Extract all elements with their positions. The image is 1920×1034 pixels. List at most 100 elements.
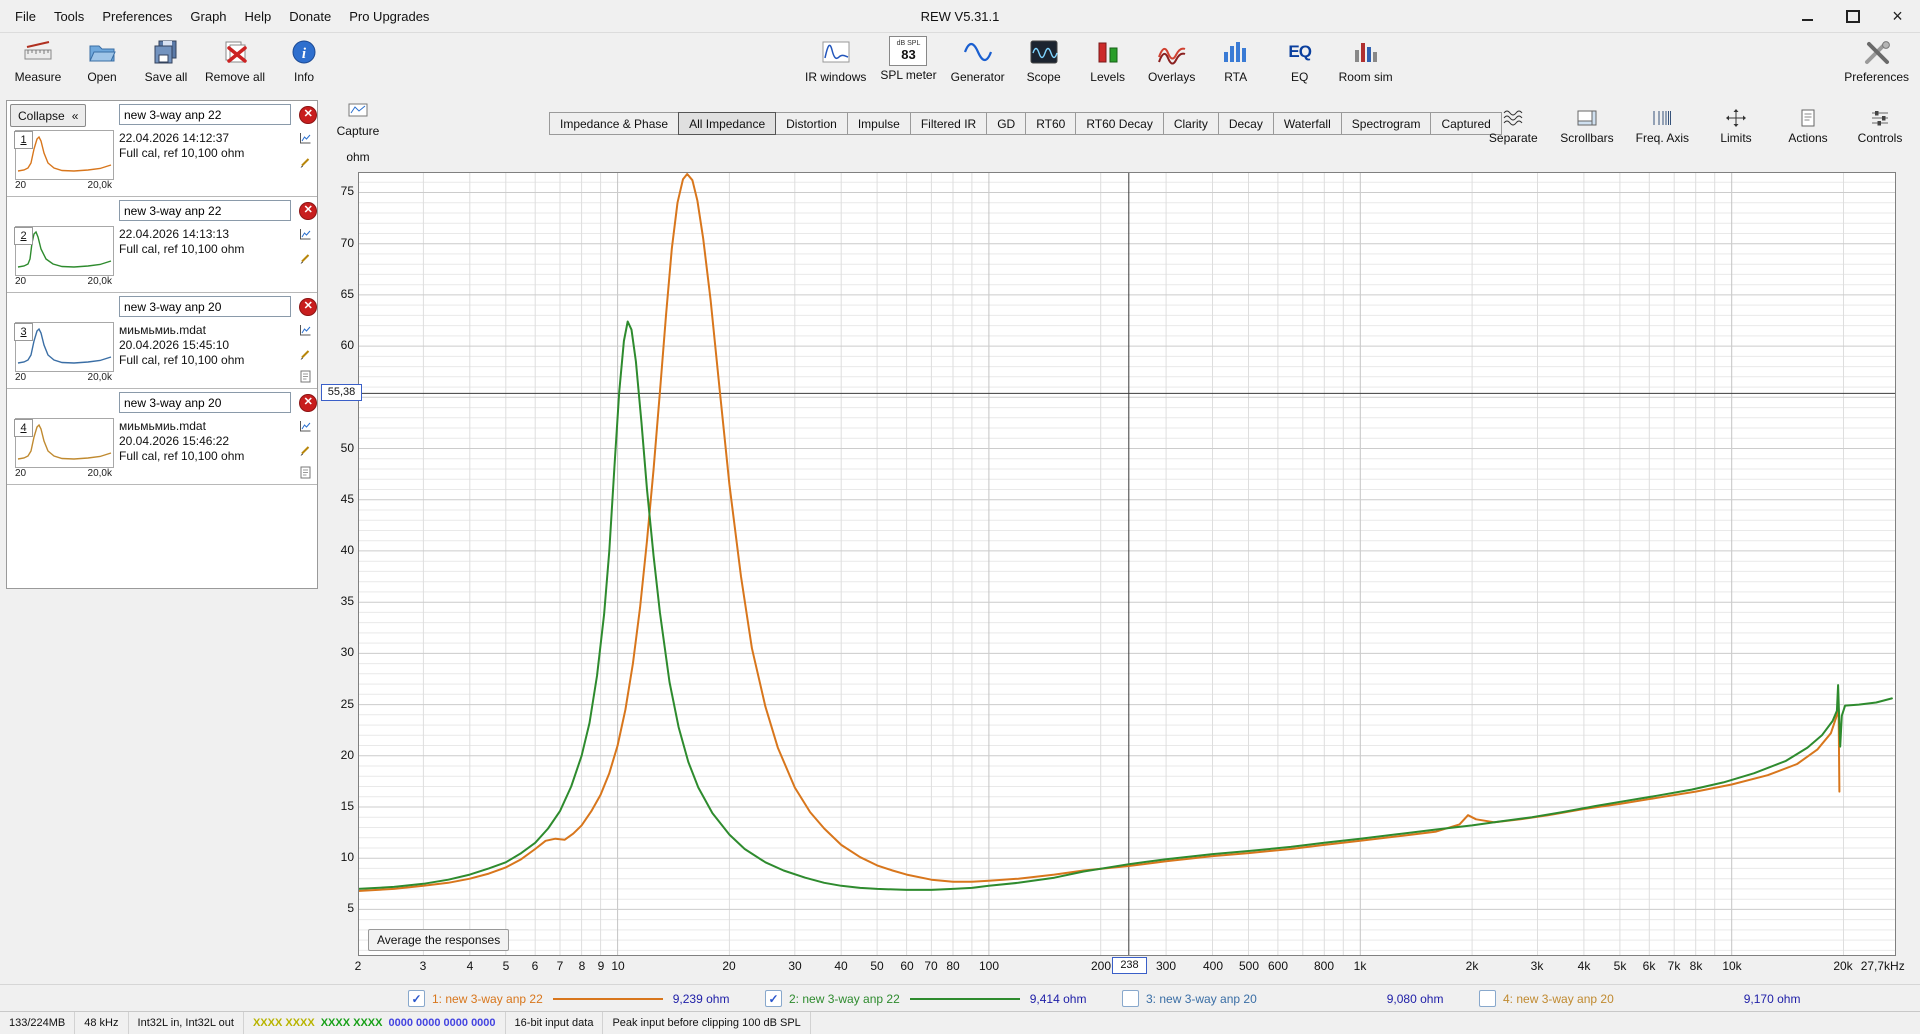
measurement-datetime: 20.04.2026 15:45:10: [119, 338, 230, 352]
capture-icon: [348, 102, 368, 121]
chart-icon[interactable]: [299, 324, 312, 340]
x-tick-label: 5: [502, 959, 510, 973]
notes-icon[interactable]: [299, 370, 312, 386]
y-tick-label: 5: [347, 901, 354, 915]
tab-rt60-decay[interactable]: RT60 Decay: [1075, 112, 1164, 135]
overlays-button[interactable]: Overlays: [1142, 34, 1202, 96]
impedance-plot[interactable]: [358, 172, 1896, 956]
chart-icon[interactable]: [299, 132, 312, 148]
measurement-name-input[interactable]: [119, 392, 292, 413]
scope-button[interactable]: Scope: [1014, 34, 1074, 96]
menu-help[interactable]: Help: [236, 9, 281, 24]
rta-icon: [1221, 36, 1251, 68]
remove-all-icon: [220, 36, 250, 68]
x-tick-label: 8: [578, 959, 586, 973]
save-all-button[interactable]: Save all: [136, 34, 196, 96]
menu-tools[interactable]: Tools: [45, 9, 93, 24]
measurement-card[interactable]: ✕ 4 20 20,0k миьмьмиь.mdat 20.04.2026 15…: [7, 389, 317, 485]
tab-clarity[interactable]: Clarity: [1162, 112, 1219, 135]
x-tick-label: 6: [531, 959, 539, 973]
range-min: 20: [15, 276, 27, 287]
tab-rt60[interactable]: RT60: [1025, 112, 1077, 135]
pencil-icon[interactable]: [299, 347, 312, 363]
limits-button[interactable]: Limits: [1708, 104, 1764, 147]
info-button[interactable]: i Info: [274, 34, 334, 96]
freq-axis-button[interactable]: Freq. Axis: [1633, 104, 1692, 147]
chart-icon[interactable]: [299, 420, 312, 436]
actions-button[interactable]: Actions: [1780, 104, 1836, 147]
delete-measurement-button[interactable]: ✕: [299, 201, 317, 220]
x-tick-label: 30: [788, 959, 802, 973]
tab-spectrogram[interactable]: Spectrogram: [1340, 112, 1432, 135]
maximize-button[interactable]: [1830, 0, 1875, 32]
tab-gd[interactable]: GD: [986, 112, 1027, 135]
cursor-freq-value[interactable]: 238: [1112, 957, 1147, 974]
pencil-icon[interactable]: [299, 155, 312, 171]
average-responses-button[interactable]: Average the responses: [368, 929, 510, 951]
tab-all-impedance[interactable]: All Impedance: [678, 112, 777, 135]
menu-file[interactable]: File: [6, 9, 45, 24]
delete-measurement-button[interactable]: ✕: [299, 105, 317, 124]
measure-icon: [23, 36, 53, 68]
legend-checkbox[interactable]: ✓: [765, 990, 782, 1007]
tab-decay[interactable]: Decay: [1217, 112, 1274, 135]
menu-preferences[interactable]: Preferences: [93, 9, 181, 24]
ir-windows-button[interactable]: IR windows: [800, 34, 871, 96]
preferences-button[interactable]: Preferences: [1839, 34, 1914, 96]
remove-all-button[interactable]: Remove all: [200, 34, 270, 96]
x-tick-label: 400: [1202, 959, 1224, 973]
scrollbars-button[interactable]: Scrollbars: [1557, 104, 1616, 147]
graph-tabs: Impedance & Phase All Impedance Distorti…: [549, 112, 1502, 135]
menu-donate[interactable]: Donate: [280, 9, 340, 24]
status-bar: 133/224MB 48 kHz Int32L in, Int32L out X…: [0, 1011, 1920, 1034]
measurement-card[interactable]: ✕ 3 20 20,0k миьмьмиь.mdat 20.04.2026 15…: [7, 293, 317, 389]
legend-checkbox[interactable]: ✓: [408, 990, 425, 1007]
measurement-card[interactable]: ✕ 2 20 20,0k 22.04.2026 14:13:13 Full ca…: [7, 197, 317, 293]
measurement-name-input[interactable]: [119, 200, 292, 221]
minimize-button[interactable]: [1785, 0, 1830, 32]
pencil-icon[interactable]: [299, 251, 312, 267]
tab-filtered-ir[interactable]: Filtered IR: [909, 112, 988, 135]
eq-button[interactable]: EQ EQ: [1270, 34, 1330, 96]
measurement-cal: Full cal, ref 10,100 ohm: [119, 242, 245, 256]
spl-meter-button[interactable]: dB SPL 83 SPL meter: [875, 34, 941, 96]
levels-button[interactable]: Levels: [1078, 34, 1138, 96]
y-tick-label: 30: [340, 645, 354, 659]
collapse-button[interactable]: Collapse «: [10, 104, 87, 127]
generator-button[interactable]: Generator: [946, 34, 1010, 96]
measurement-name-input[interactable]: [119, 104, 292, 125]
legend-value: 9,414 ohm: [1029, 991, 1087, 1006]
range-max: 20,0k: [87, 372, 112, 383]
x-tick-label: 3k: [1530, 959, 1544, 973]
menu-graph[interactable]: Graph: [181, 9, 235, 24]
measurement-info: миьмьмиь.mdat 20.04.2026 15:45:10 Full c…: [119, 323, 244, 368]
measurement-name-input[interactable]: [119, 296, 292, 317]
controls-button[interactable]: Controls: [1852, 104, 1908, 147]
pencil-icon[interactable]: [299, 443, 312, 459]
separate-button[interactable]: Separate: [1485, 104, 1541, 147]
measure-button[interactable]: Measure: [8, 34, 68, 96]
toolbar-label: Levels: [1090, 70, 1125, 84]
room-sim-button[interactable]: Room sim: [1334, 34, 1398, 96]
measurement-info: 22.04.2026 14:13:13 Full cal, ref 10,100…: [119, 227, 244, 257]
tab-distortion[interactable]: Distortion: [775, 112, 848, 135]
capture-button[interactable]: Capture: [326, 102, 390, 138]
notes-icon[interactable]: [299, 466, 312, 482]
close-button[interactable]: ×: [1875, 0, 1920, 32]
legend-checkbox[interactable]: [1122, 990, 1139, 1007]
delete-measurement-button[interactable]: ✕: [299, 393, 317, 412]
tab-impedance-phase[interactable]: Impedance & Phase: [549, 112, 680, 135]
tab-impulse[interactable]: Impulse: [846, 112, 911, 135]
toolbar-left-group: Measure Open Save all Remove all i Info: [8, 34, 334, 96]
chart-icon[interactable]: [299, 228, 312, 244]
delete-measurement-button[interactable]: ✕: [299, 297, 317, 316]
x-tick-label: 1k: [1353, 959, 1367, 973]
open-button[interactable]: Open: [72, 34, 132, 96]
main-toolbar: Measure Open Save all Remove all i Info …: [0, 32, 1920, 98]
menu-pro-upgrades[interactable]: Pro Upgrades: [340, 9, 438, 24]
x-axis-end-label: 27,7kHz: [1860, 959, 1905, 973]
status-channel-a: XXXX XXXX: [252, 1017, 315, 1029]
tab-waterfall[interactable]: Waterfall: [1272, 112, 1342, 135]
legend-checkbox[interactable]: [1479, 990, 1496, 1007]
rta-button[interactable]: RTA: [1206, 34, 1266, 96]
